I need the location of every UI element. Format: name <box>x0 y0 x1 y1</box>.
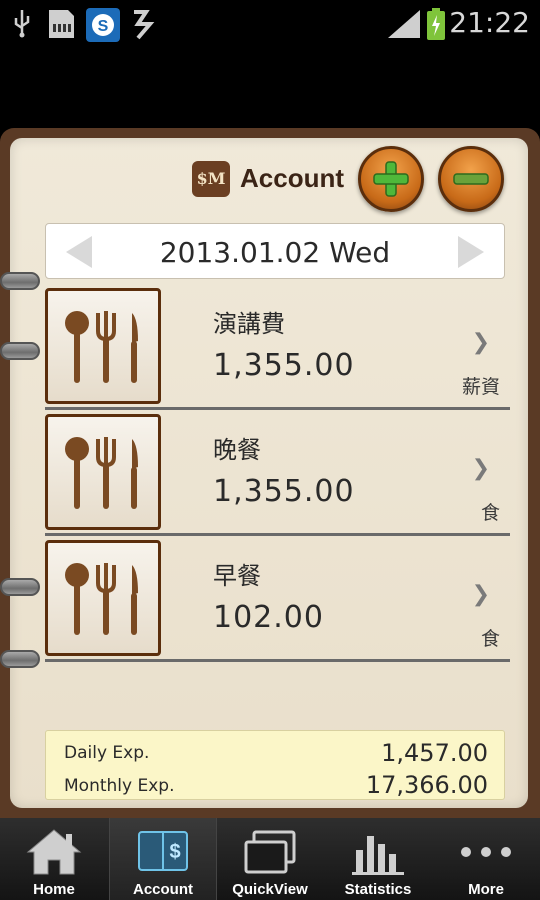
add-entry-button[interactable] <box>358 146 424 212</box>
category-thumbnail <box>45 288 161 404</box>
utensils-icon <box>65 311 138 383</box>
entry-amount: 1,355.00 <box>213 474 355 509</box>
totals-panel: Daily Exp. 1,457.00 Monthly Exp. 17,366.… <box>45 730 505 800</box>
nav-label: Account <box>133 881 193 898</box>
nav-quickview[interactable]: QuickView <box>216 818 324 900</box>
nav-statistics[interactable]: Statistics <box>324 818 432 900</box>
sd-card-icon <box>49 10 74 38</box>
binder-ring <box>0 342 40 360</box>
category-thumbnail <box>45 414 161 530</box>
entry-category: 食 <box>480 628 500 650</box>
utensils-icon <box>65 563 138 635</box>
status-bar: S 21:22 <box>0 0 540 48</box>
entry-amount: 1,355.00 <box>213 348 355 383</box>
utensils-icon <box>65 437 138 509</box>
home-icon <box>26 829 82 875</box>
date-selector: 2013.01.02 Wed <box>45 223 505 279</box>
nav-label: More <box>468 881 504 898</box>
bottom-nav: Home $ Account QuickView Statistics More <box>0 818 540 900</box>
daily-expense-label: Daily Exp. <box>64 743 150 763</box>
nav-home[interactable]: Home <box>0 818 108 900</box>
monthly-expense-value: 17,366.00 <box>365 771 488 799</box>
battery-charging-icon <box>427 8 445 40</box>
chevron-right-icon: ❯ <box>471 456 490 481</box>
chevron-right-icon: ❯ <box>471 330 490 355</box>
entry-amount: 102.00 <box>213 600 324 635</box>
windows-icon <box>244 830 296 874</box>
divider <box>45 533 510 536</box>
binder-ring <box>0 578 40 596</box>
nav-more[interactable]: More <box>432 818 540 900</box>
skype-icon: S <box>86 8 120 42</box>
list-item[interactable]: 早餐 102.00 ❯ 食 <box>45 538 510 662</box>
divider <box>45 407 510 410</box>
usb-icon <box>14 10 30 38</box>
list-item[interactable]: 演講費 1,355.00 ❯ 薪資 <box>45 286 510 410</box>
minus-icon <box>453 173 489 185</box>
daily-expense-value: 1,457.00 <box>381 739 488 767</box>
bar-chart-icon <box>352 836 404 875</box>
entry-name: 演講費 <box>213 310 285 338</box>
plus-icon <box>373 161 409 197</box>
current-date[interactable]: 2013.01.02 Wed <box>46 236 504 269</box>
svg-text:S: S <box>98 18 109 35</box>
nav-account[interactable]: $ Account <box>109 818 217 900</box>
nav-label: Home <box>33 881 75 898</box>
nav-label: QuickView <box>232 881 308 898</box>
entry-name: 晚餐 <box>213 436 261 464</box>
binder-ring <box>0 650 40 668</box>
svg-text:$: $ <box>169 841 180 863</box>
sync-icon <box>134 10 155 40</box>
more-dots-icon <box>461 847 511 857</box>
signal-icon <box>388 10 420 38</box>
entry-category: 食 <box>480 502 500 524</box>
chevron-right-icon: ❯ <box>471 582 490 607</box>
nav-label: Statistics <box>344 881 412 898</box>
account-book-icon: $ <box>138 831 188 871</box>
clock: 21:22 <box>449 6 530 39</box>
entry-category: 薪資 <box>461 376 500 398</box>
page-title: Account <box>240 163 344 193</box>
binder-ring <box>0 272 40 290</box>
next-day-arrow-icon[interactable] <box>450 232 490 272</box>
entry-name: 早餐 <box>213 562 261 590</box>
app-logo: $M <box>192 161 230 197</box>
category-thumbnail <box>45 540 161 656</box>
remove-entry-button[interactable] <box>438 146 504 212</box>
divider <box>45 659 510 662</box>
monthly-expense-label: Monthly Exp. <box>64 776 175 796</box>
list-item[interactable]: 晚餐 1,355.00 ❯ 食 <box>45 412 510 536</box>
